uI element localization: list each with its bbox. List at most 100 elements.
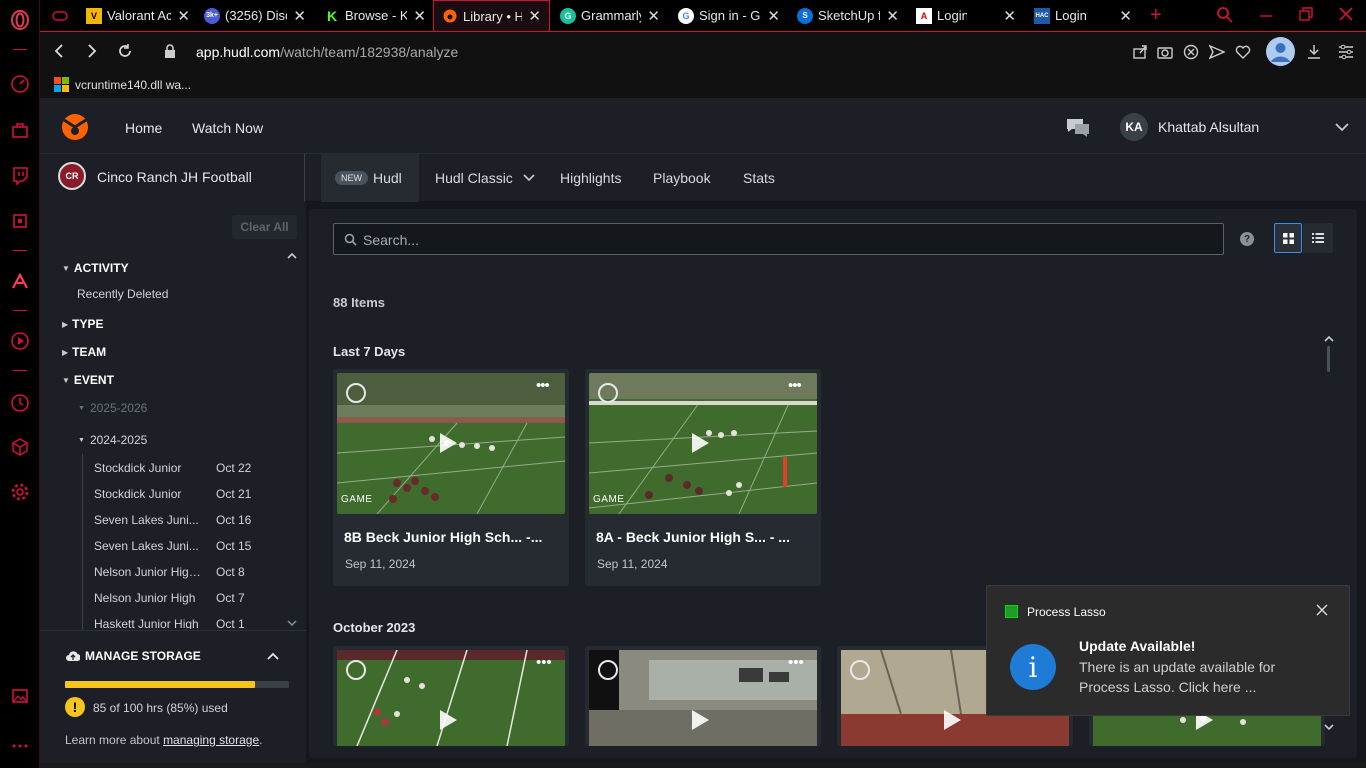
close-window-icon[interactable] <box>1339 7 1353 21</box>
more-options-icon[interactable]: ••• <box>788 654 804 671</box>
tab-kick[interactable]: K Browse - Kic ✕ <box>316 0 434 31</box>
close-tab-icon[interactable]: ✕ <box>886 7 899 25</box>
nav-watch-now[interactable]: Watch Now <box>192 120 263 136</box>
send-icon[interactable] <box>1209 44 1225 60</box>
video-title[interactable]: 8A - Beck Junior High S... - ... <box>596 529 790 545</box>
tab-hudl-classic[interactable]: Hudl Classic <box>435 154 535 202</box>
clear-all-button[interactable]: Clear All <box>232 215 297 239</box>
chevron-down-icon[interactable] <box>1335 122 1349 132</box>
season-2024-2025[interactable]: ▼ 2024-2025 <box>78 433 147 447</box>
player-icon[interactable] <box>10 331 30 351</box>
filter-event-header[interactable]: ▼ EVENT <box>62 373 114 387</box>
close-tab-icon[interactable]: ✕ <box>293 7 306 25</box>
heart-icon[interactable] <box>1235 44 1251 60</box>
nav-home[interactable]: Home <box>125 120 162 136</box>
search-tabs-icon[interactable] <box>1216 6 1234 24</box>
easy-setup-icon[interactable] <box>1338 44 1354 60</box>
user-avatar[interactable]: KA <box>1120 113 1148 141</box>
grid-view-button[interactable] <box>1274 223 1302 253</box>
list-view-button[interactable] <box>1303 223 1333 253</box>
video-title[interactable]: 8B Beck Junior High Sch... -... <box>344 529 542 545</box>
event-item[interactable]: Haskett Junior High Oct 1 <box>94 617 299 629</box>
filter-activity-header[interactable]: ▼ ACTIVITY <box>62 261 129 275</box>
more-options-icon[interactable]: ••• <box>536 377 550 394</box>
tab-playbook[interactable]: Playbook <box>653 154 711 202</box>
forward-icon[interactable] <box>85 43 99 59</box>
url-field[interactable]: app.hudl.com/watch/team/182938/analyze <box>196 44 458 60</box>
aria-icon[interactable] <box>10 271 30 291</box>
manage-storage-header[interactable]: MANAGE STORAGE <box>66 649 201 663</box>
select-checkbox[interactable] <box>598 383 618 403</box>
settings-gear-icon[interactable] <box>10 482 30 502</box>
close-tab-icon[interactable]: ✕ <box>767 7 780 25</box>
download-icon[interactable] <box>1306 44 1322 60</box>
play-icon[interactable] <box>689 708 711 732</box>
tab-grammarly[interactable]: G Grammarly ✕ <box>552 0 668 31</box>
filter-type-header[interactable]: ▶ TYPE <box>62 317 104 331</box>
twitch-icon[interactable] <box>10 165 30 185</box>
scrollbar-thumb[interactable] <box>1327 346 1330 372</box>
extensions-cube-icon[interactable] <box>10 437 30 457</box>
play-icon[interactable] <box>689 431 711 455</box>
video-card[interactable]: ••• <box>585 646 821 746</box>
tab-hudl-new[interactable]: NEW Hudl <box>321 154 419 202</box>
user-name[interactable]: Khattab Alsultan <box>1158 119 1259 135</box>
close-tab-icon[interactable]: ✕ <box>177 7 190 25</box>
tab-highlights[interactable]: Highlights <box>560 154 621 202</box>
scroll-down-icon[interactable] <box>1324 723 1334 731</box>
messages-icon[interactable] <box>1064 115 1092 141</box>
more-dots-icon[interactable] <box>10 736 30 756</box>
filter-team-header[interactable]: ▶ TEAM <box>62 345 106 359</box>
video-card[interactable]: ••• GAME 8A - Beck Junior High S... - ..… <box>585 369 821 586</box>
close-icon[interactable] <box>1316 604 1328 616</box>
minimize-icon[interactable] <box>1259 7 1273 21</box>
camera-icon[interactable] <box>1157 44 1173 60</box>
close-tab-icon[interactable]: ✕ <box>1003 7 1016 25</box>
select-checkbox[interactable] <box>346 660 366 680</box>
help-icon[interactable]: ? <box>1240 232 1254 246</box>
tab-hudl-active[interactable]: Library • Hu ✕ <box>433 0 550 31</box>
select-checkbox[interactable] <box>598 660 618 680</box>
shopping-icon[interactable] <box>10 120 30 140</box>
tab-valorant[interactable]: V Valorant Ac ✕ <box>78 0 198 31</box>
tab-stats[interactable]: Stats <box>743 154 775 202</box>
tab-sketchup[interactable]: S SketchUp fo ✕ <box>789 0 907 31</box>
speed-dial-icon[interactable] <box>10 74 30 94</box>
history-icon[interactable] <box>10 393 30 413</box>
team-name[interactable]: Cinco Ranch JH Football <box>97 169 252 185</box>
season-2025-2026[interactable]: ▼ 2025-2026 <box>78 401 147 415</box>
tab-hac-login[interactable]: HAC Login ✕ <box>1026 0 1140 31</box>
hudl-logo-icon[interactable] <box>60 112 90 142</box>
share-icon[interactable] <box>1132 44 1148 60</box>
select-checkbox[interactable] <box>850 660 870 680</box>
close-tab-icon[interactable]: ✕ <box>528 7 541 25</box>
close-tab-icon[interactable]: ✕ <box>647 7 660 25</box>
tab-google[interactable]: G Sign in - Goo ✕ <box>670 0 788 31</box>
managing-storage-link[interactable]: managing storage <box>163 733 259 747</box>
new-tab-icon[interactable]: + <box>1150 4 1162 27</box>
more-options-icon[interactable]: ••• <box>788 377 802 394</box>
search-input[interactable]: Search... <box>333 223 1224 255</box>
gallery-icon[interactable] <box>10 686 30 706</box>
profile-avatar[interactable] <box>1266 37 1295 66</box>
video-card[interactable]: ••• <box>333 646 569 746</box>
notification-toast[interactable]: Process Lasso i Update Available! There … <box>986 585 1350 716</box>
lock-icon[interactable] <box>164 44 176 58</box>
scroll-down-icon[interactable] <box>287 619 297 627</box>
tab-login[interactable]: A Login ✕ <box>908 0 1024 31</box>
opera-logo-icon[interactable] <box>10 10 30 30</box>
adblock-icon[interactable] <box>1183 44 1199 60</box>
bookmark-item[interactable]: vcruntime140.dll wa... <box>54 77 191 92</box>
play-icon[interactable] <box>437 431 459 455</box>
tab-discord[interactable]: 3k+ (3256) Disco ✕ <box>196 0 314 31</box>
play-icon[interactable] <box>437 708 459 732</box>
video-card[interactable]: ••• GAME 8B Beck Junior High Sch... -...… <box>333 369 569 586</box>
restore-icon[interactable] <box>1299 7 1313 21</box>
select-checkbox[interactable] <box>346 383 366 403</box>
collapse-up-icon[interactable] <box>287 252 297 260</box>
collapse-up-icon[interactable] <box>267 652 279 660</box>
gx-control-icon[interactable] <box>10 211 30 231</box>
filter-recently-deleted[interactable]: Recently Deleted <box>77 287 168 301</box>
scroll-up-icon[interactable] <box>1324 335 1334 343</box>
play-icon[interactable] <box>941 708 963 732</box>
